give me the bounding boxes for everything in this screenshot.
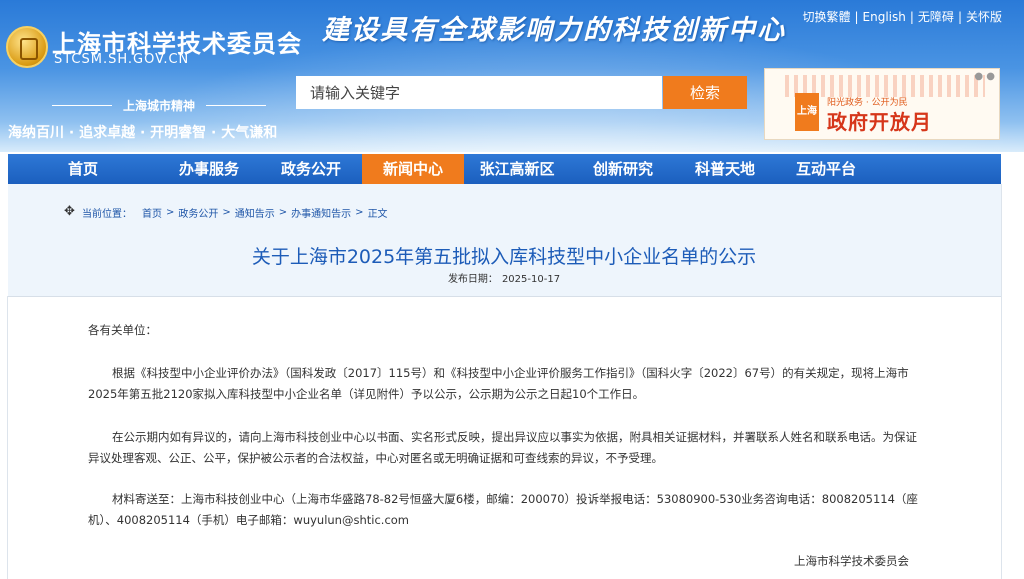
slogan: 建设具有全球影响力的科技创新中心 [322,15,786,46]
link-english[interactable]: English [863,10,906,24]
nav-item-news[interactable]: 新闻中心 [362,154,464,184]
carousel-dots-icon[interactable]: ● ● [974,71,995,82]
link-care-version[interactable]: 关怀版 [966,10,1002,24]
link-accessibility[interactable]: 无障碍 [918,10,954,24]
breadcrumb-label: 当前位置： [82,209,132,220]
nav-item-gov-affairs[interactable]: 政务公开 [260,154,362,184]
publish-date: 发布日期： 2025-10-17 [0,270,1008,285]
breadcrumb-separator: > [278,207,288,218]
emblem-icon[interactable] [6,26,48,68]
article-paragraph: 根据《科技型中小企业评价办法》（国科发政〔2017〕115号）和《科技型中小企业… [88,366,909,401]
publish-date-value: 2025-10-17 [501,274,561,285]
article-title: 关于上海市2025年第五批拟入库科技型中小企业名单的公示 [251,246,757,268]
site-domain: STCSM.SH.GOV.CN [54,52,190,67]
breadcrumb-gov-affairs[interactable]: 政务公开 [178,205,218,220]
city-spirit-title: 上海城市精神 [36,97,282,114]
link-traditional-chinese[interactable]: 切换繁體 [802,10,850,24]
top-links: 切换繁體 | English | 无障碍 | 关怀版 [802,8,1002,25]
nav-item-zhangjiang[interactable]: 张江高新区 [464,154,570,184]
search-input[interactable] [296,76,662,109]
search-button[interactable]: 检索 [663,76,747,109]
article-paragraph: 材料寄送至：上海市科技创业中心（上海市华盛路78-82号恒盛大厦6楼，邮编：20… [88,492,918,527]
breadcrumb-service-notices[interactable]: 办事通知告示 [291,205,351,220]
city-spirit-text: 海纳百川 · 追求卓越 · 开明睿智 · 大气谦和 [8,125,278,141]
separator: | [854,10,859,24]
breadcrumb-separator: > [166,207,175,218]
main-nav: 首页 办事服务 政务公开 新闻中心 张江高新区 创新研究 科普天地 互动平台 [8,154,1001,184]
publish-date-label: 发布日期： [447,274,498,285]
separator: | [909,10,914,24]
banner-big-text: 政府开放月 [827,110,932,134]
site-header: 上海市科学技术委员会 STCSM.SH.GOV.CN 建设具有全球影响力的科技创… [0,0,1024,152]
article-paragraph: 在公示期内如有异议的，请向上海市科技创业中心以书面、实名形式反映，提出异议应以事… [88,430,917,465]
article-signature: 上海市科学技术委员会 [794,554,909,568]
nav-item-interaction[interactable]: 互动平台 [774,154,878,184]
article-salutation: 各有关单位： [88,323,157,337]
open-month-banner[interactable]: 上海 阳光政务 · 公开为民 政府开放月 ● ● [764,68,1000,140]
nav-item-services[interactable]: 办事服务 [158,154,260,184]
breadcrumb-home[interactable]: 首页 [142,205,162,220]
search-box [296,76,662,109]
breadcrumb-notices[interactable]: 通知告示 [235,205,275,220]
banner-badge: 上海 [795,93,819,131]
location-icon [64,204,76,219]
breadcrumb-separator: > [355,207,364,218]
breadcrumb-current: 正文 [367,209,388,220]
nav-item-innovation[interactable]: 创新研究 [570,154,676,184]
content-frame-left [7,296,8,579]
nav-item-science-pop[interactable]: 科普天地 [676,154,774,184]
breadcrumb-separator: > [222,207,231,218]
nav-item-home[interactable]: 首页 [8,154,158,184]
title-divider [8,296,1001,297]
separator: | [957,10,962,24]
breadcrumb: 当前位置： 首页 > 政务公开 > 通知告示 > 办事通知告示 > 正文 [64,204,388,221]
